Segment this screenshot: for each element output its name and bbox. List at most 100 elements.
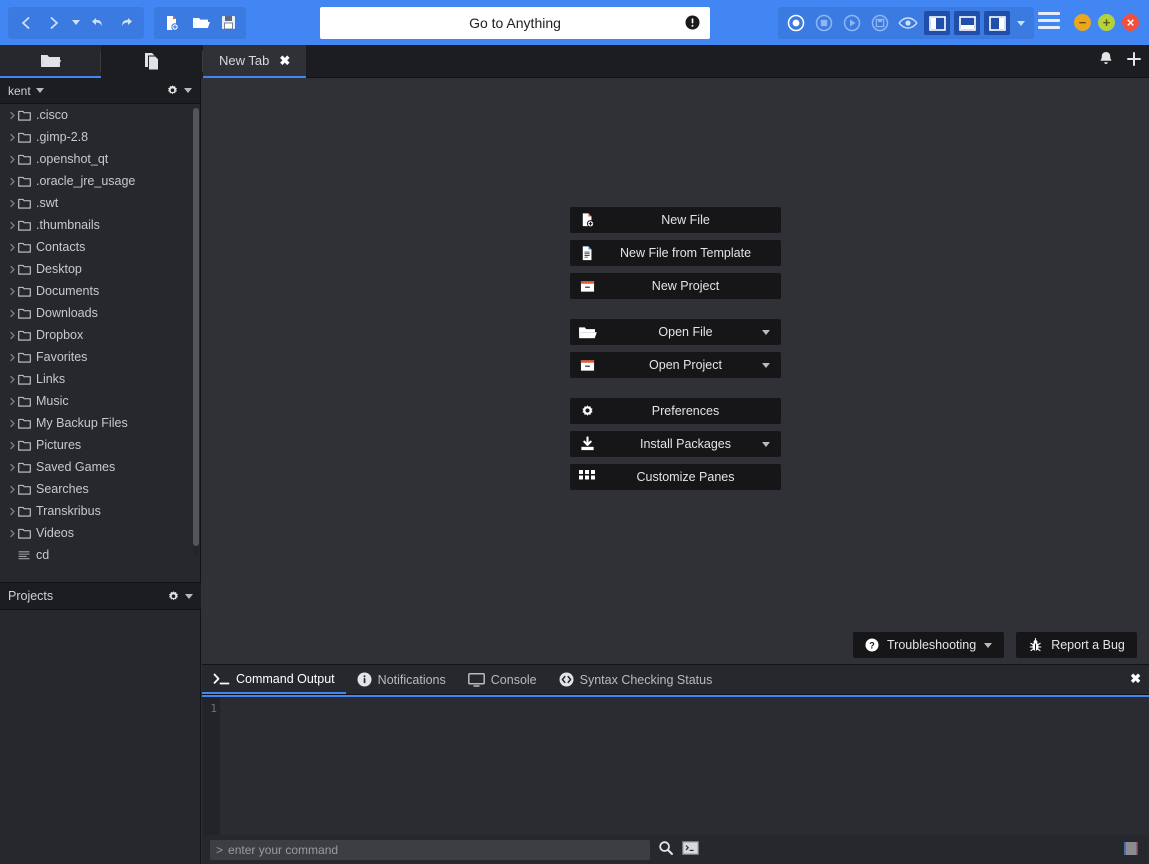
exclamation-circle-icon[interactable] bbox=[685, 15, 700, 35]
tree-item-openshot-qt[interactable]: .openshot_qt bbox=[0, 148, 201, 170]
split-view-icon[interactable] bbox=[1124, 842, 1139, 860]
expand-twisty-icon[interactable] bbox=[6, 111, 18, 120]
close-tab-icon[interactable]: ✖ bbox=[279, 53, 290, 69]
tree-item-documents[interactable]: Documents bbox=[0, 280, 201, 302]
bottom-tab-console[interactable]: Console bbox=[457, 665, 548, 694]
expand-twisty-icon[interactable] bbox=[6, 419, 18, 428]
expand-twisty-icon[interactable] bbox=[6, 265, 18, 274]
notifications-bell-icon[interactable] bbox=[1097, 50, 1115, 73]
tree-item-my-backup-files[interactable]: My Backup Files bbox=[0, 412, 201, 434]
sidebar-gear-button[interactable] bbox=[166, 84, 192, 97]
sidebar-tab-places[interactable] bbox=[0, 45, 101, 78]
report-a-bug-button[interactable]: Report a Bug bbox=[1016, 632, 1137, 658]
file-tree[interactable]: .cisco.gimp-2.8.openshot_qt.oracle_jre_u… bbox=[0, 104, 201, 560]
expand-twisty-icon[interactable] bbox=[6, 331, 18, 340]
toggle-bottom-pane-button[interactable] bbox=[954, 11, 980, 35]
file-tree-scrollbar[interactable] bbox=[193, 108, 199, 556]
preferences-button[interactable]: Preferences bbox=[570, 398, 781, 424]
tree-item-downloads[interactable]: Downloads bbox=[0, 302, 201, 324]
tree-item-saved-games[interactable]: Saved Games bbox=[0, 456, 201, 478]
expand-twisty-icon[interactable] bbox=[6, 309, 18, 318]
tree-item-gimp-2-8[interactable]: .gimp-2.8 bbox=[0, 126, 201, 148]
go-to-anything-box[interactable] bbox=[320, 7, 710, 39]
new-file-button[interactable]: New File bbox=[570, 207, 781, 233]
go-to-anything-input[interactable] bbox=[320, 7, 710, 39]
tree-item-desktop[interactable]: Desktop bbox=[0, 258, 201, 280]
forward-button[interactable] bbox=[40, 9, 68, 37]
open-project-button[interactable]: Open Project bbox=[570, 352, 781, 378]
tree-item-links[interactable]: Links bbox=[0, 368, 201, 390]
tree-item-cisco[interactable]: .cisco bbox=[0, 104, 201, 126]
tree-item-videos[interactable]: Videos bbox=[0, 522, 201, 544]
new-file-from-template-button[interactable]: New File from Template bbox=[570, 240, 781, 266]
expand-twisty-icon[interactable] bbox=[6, 199, 18, 208]
close-window-button[interactable]: × bbox=[1122, 14, 1139, 31]
minimize-window-button[interactable]: − bbox=[1074, 14, 1091, 31]
tree-item-favorites[interactable]: Favorites bbox=[0, 346, 201, 368]
expand-twisty-icon[interactable] bbox=[6, 507, 18, 516]
expand-twisty-icon[interactable] bbox=[6, 243, 18, 252]
open-file-button[interactable] bbox=[186, 9, 214, 37]
expand-twisty-icon[interactable] bbox=[6, 463, 18, 472]
expand-twisty-icon[interactable] bbox=[6, 287, 18, 296]
toggle-left-pane-button[interactable] bbox=[924, 11, 950, 35]
expand-twisty-icon[interactable] bbox=[6, 397, 18, 406]
new-project-button[interactable]: New Project bbox=[570, 273, 781, 299]
redo-button[interactable] bbox=[112, 9, 140, 37]
sidebar-tab-open-files[interactable] bbox=[101, 45, 202, 78]
expand-twisty-icon[interactable] bbox=[6, 133, 18, 142]
expand-twisty-icon[interactable] bbox=[6, 155, 18, 164]
nav-history-dropdown[interactable] bbox=[68, 9, 84, 37]
command-output-area[interactable]: 1 bbox=[202, 695, 1149, 835]
view-options-dropdown[interactable] bbox=[1012, 9, 1030, 37]
toggle-right-pane-button[interactable] bbox=[984, 11, 1010, 35]
terminal-window-icon[interactable] bbox=[682, 841, 699, 860]
caret-down-icon[interactable] bbox=[984, 643, 992, 648]
tree-item-cd[interactable]: cd bbox=[0, 544, 201, 560]
bottom-tab-syntax-checking-status[interactable]: Syntax Checking Status bbox=[548, 665, 724, 694]
magnifier-icon[interactable] bbox=[658, 840, 674, 861]
new-file-button[interactable] bbox=[158, 9, 186, 37]
expand-twisty-icon[interactable] bbox=[6, 221, 18, 230]
expand-twisty-icon[interactable] bbox=[6, 485, 18, 494]
customize-panes-button[interactable]: Customize Panes bbox=[570, 464, 781, 490]
expand-twisty-icon[interactable] bbox=[6, 441, 18, 450]
tree-item-transkribus[interactable]: Transkribus bbox=[0, 500, 201, 522]
tree-item-thumbnails[interactable]: .thumbnails bbox=[0, 214, 201, 236]
command-input[interactable] bbox=[228, 843, 644, 857]
expand-twisty-icon[interactable] bbox=[6, 529, 18, 538]
caret-down-icon[interactable] bbox=[36, 88, 44, 93]
play-macro-button[interactable] bbox=[838, 9, 866, 37]
stop-macro-button[interactable] bbox=[810, 9, 838, 37]
scrollbar-thumb[interactable] bbox=[193, 108, 199, 546]
projects-gear-button[interactable] bbox=[167, 590, 193, 603]
expand-twisty-icon[interactable] bbox=[6, 375, 18, 384]
eye-icon[interactable] bbox=[894, 9, 922, 37]
open-file-button[interactable]: Open File bbox=[570, 319, 781, 345]
tree-item-searches[interactable]: Searches bbox=[0, 478, 201, 500]
tree-item-swt[interactable]: .swt bbox=[0, 192, 201, 214]
record-macro-button[interactable] bbox=[782, 9, 810, 37]
caret-down-icon[interactable] bbox=[762, 363, 770, 368]
command-input-field[interactable]: > bbox=[210, 840, 650, 860]
save-file-button[interactable] bbox=[214, 9, 242, 37]
new-tab-plus-icon[interactable] bbox=[1125, 50, 1143, 73]
bottom-tab-notifications[interactable]: Notifications bbox=[346, 665, 457, 694]
expand-twisty-icon[interactable] bbox=[6, 177, 18, 186]
editor-tab-new-tab[interactable]: New Tab ✖ bbox=[203, 45, 306, 78]
tree-item-dropbox[interactable]: Dropbox bbox=[0, 324, 201, 346]
caret-down-icon[interactable] bbox=[762, 442, 770, 447]
back-button[interactable] bbox=[12, 9, 40, 37]
tree-item-music[interactable]: Music bbox=[0, 390, 201, 412]
caret-down-icon[interactable] bbox=[762, 330, 770, 335]
undo-button[interactable] bbox=[84, 9, 112, 37]
tree-item-oracle-jre-usage[interactable]: .oracle_jre_usage bbox=[0, 170, 201, 192]
maximize-window-button[interactable]: + bbox=[1098, 14, 1115, 31]
projects-panel-header[interactable]: Projects bbox=[0, 582, 201, 610]
hamburger-menu-icon[interactable] bbox=[1038, 12, 1060, 29]
install-packages-button[interactable]: Install Packages bbox=[570, 431, 781, 457]
tree-item-pictures[interactable]: Pictures bbox=[0, 434, 201, 456]
close-bottom-panel-icon[interactable]: ✖ bbox=[1130, 671, 1141, 687]
troubleshooting-button[interactable]: ?Troubleshooting bbox=[853, 632, 1004, 658]
tree-item-contacts[interactable]: Contacts bbox=[0, 236, 201, 258]
